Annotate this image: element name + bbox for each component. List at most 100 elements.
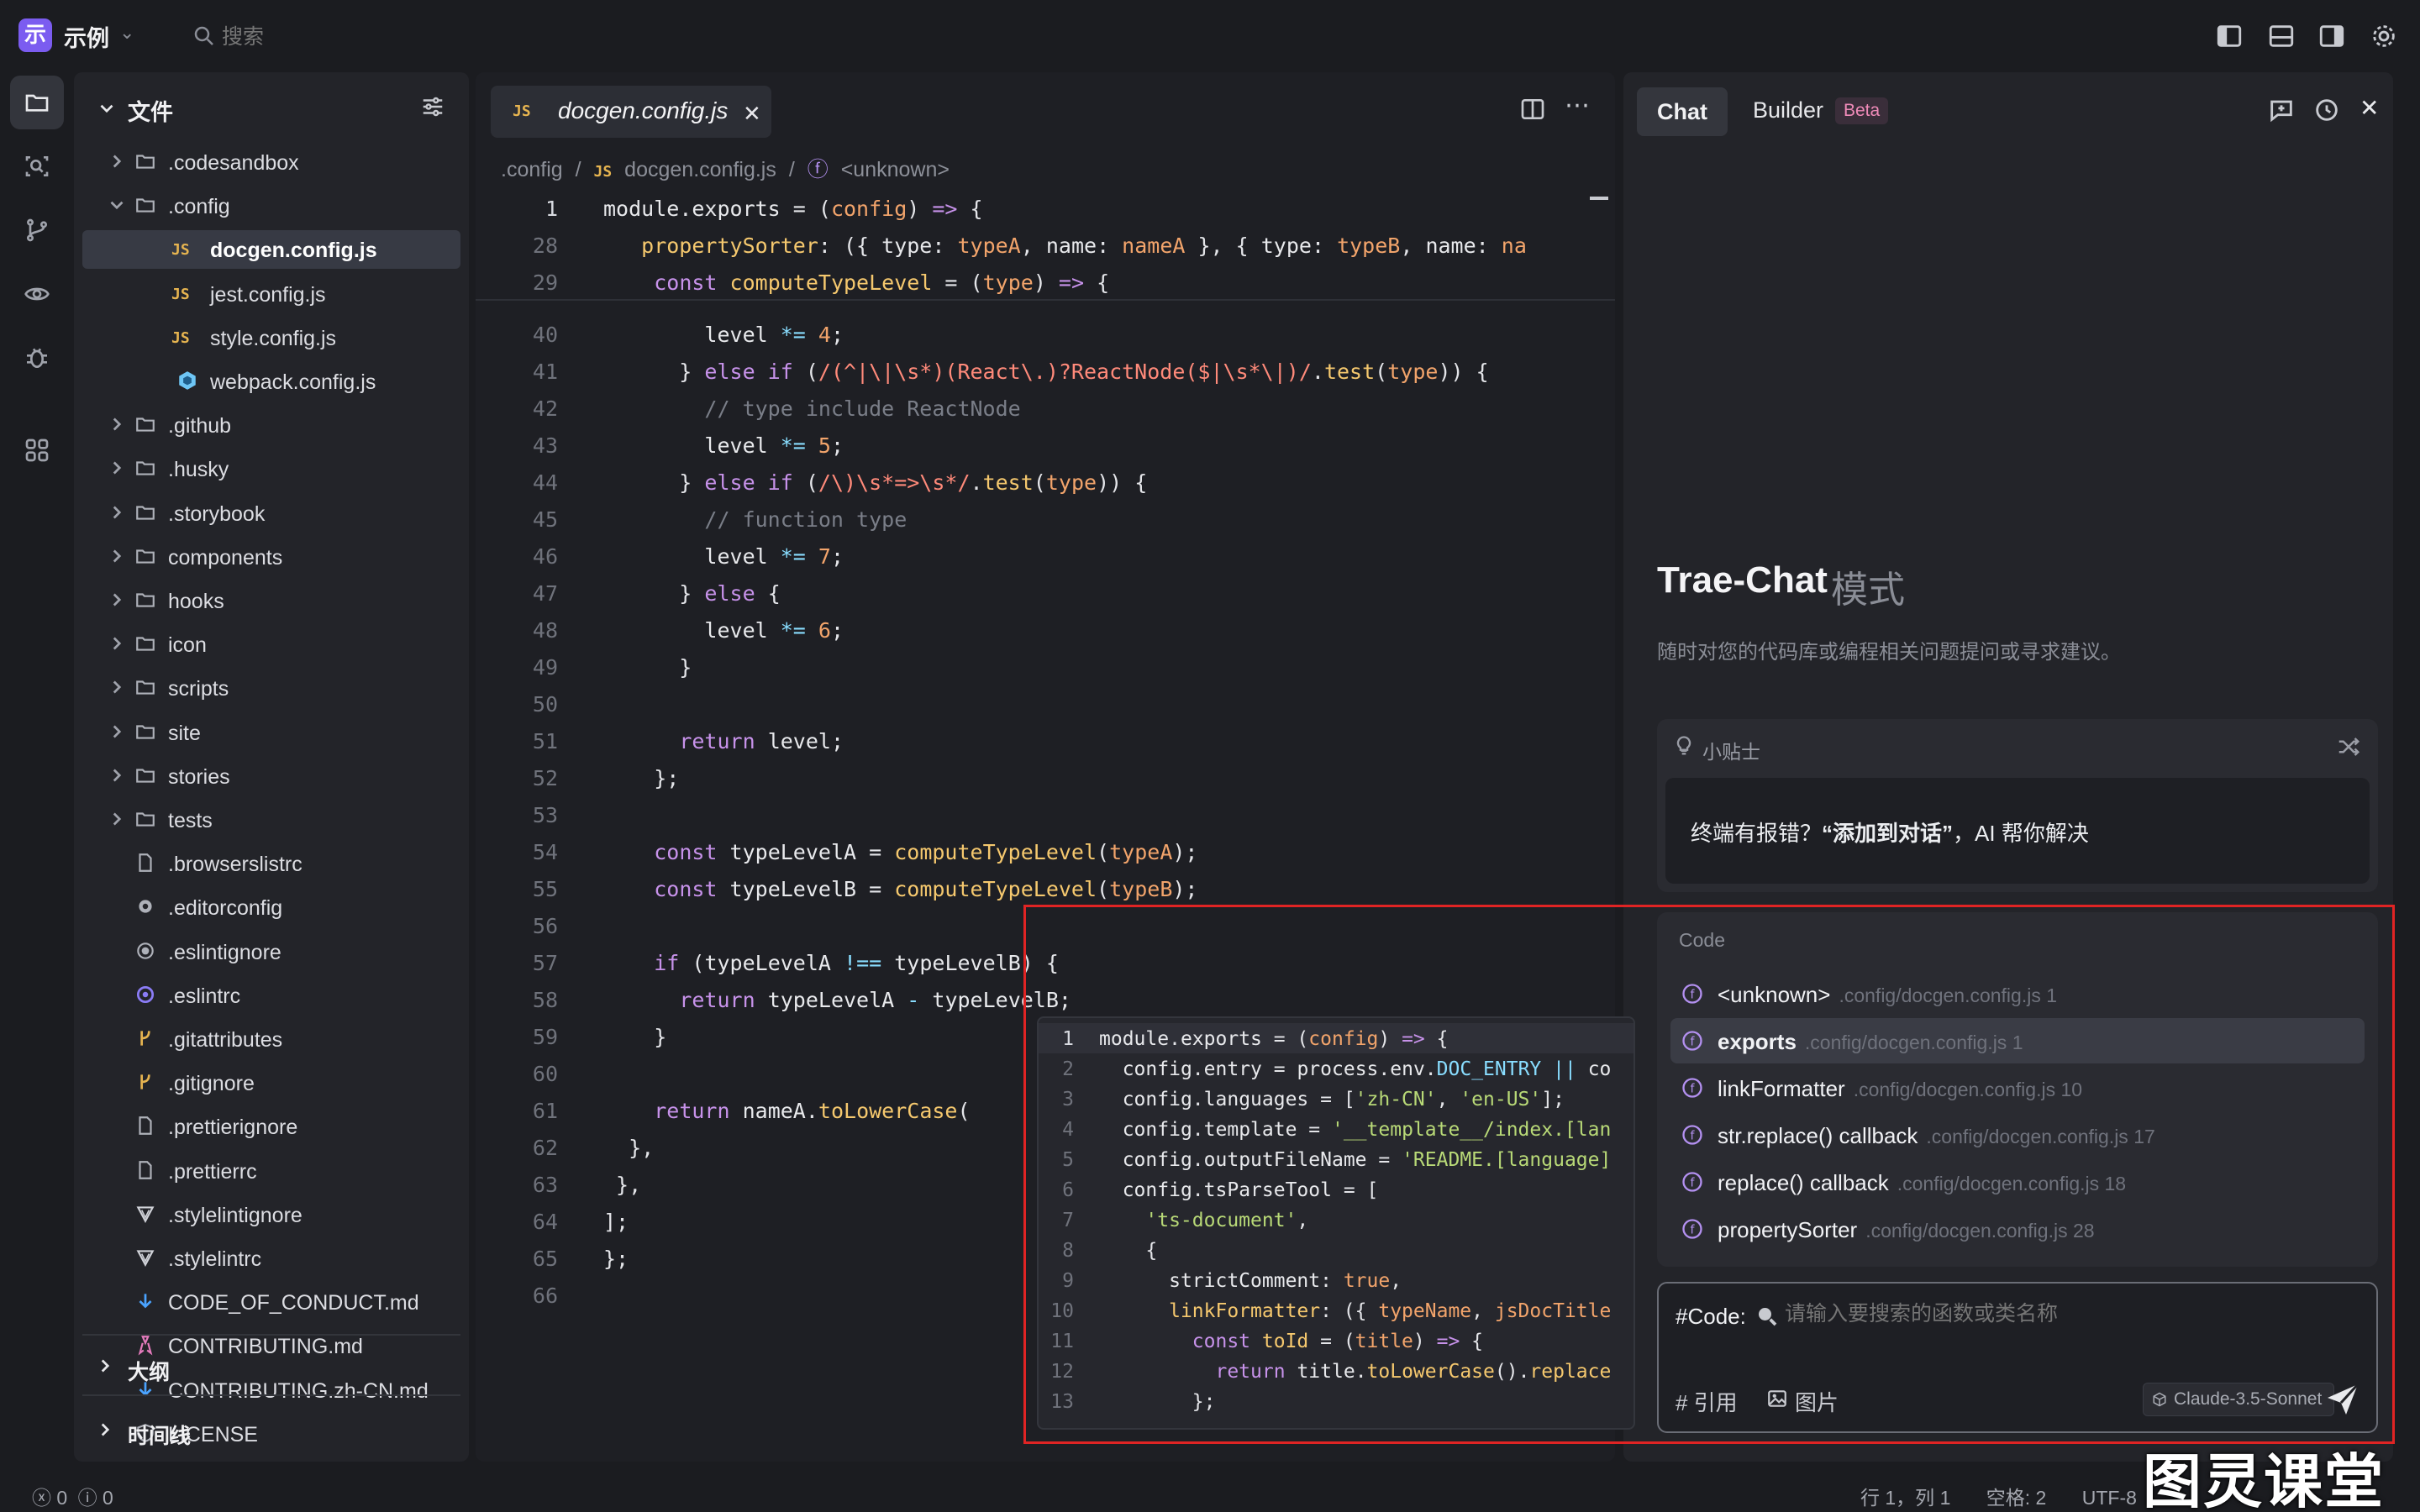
code-line[interactable]: 1 module.exports = (config) => {	[1039, 1023, 1634, 1053]
breadcrumb-item[interactable]: .config	[501, 158, 563, 181]
source-control-activity[interactable]	[10, 203, 64, 257]
tree-item[interactable]: stories	[82, 757, 460, 795]
explorer-activity[interactable]	[10, 76, 64, 129]
cursor-position[interactable]: 行 1，列 1	[1860, 1487, 1950, 1509]
model-selector[interactable]: Claude-3.5-Sonnet	[2143, 1383, 2335, 1416]
toggle-panel-icon[interactable]	[2267, 22, 2296, 50]
tree-item[interactable]: .browserslistrc	[82, 844, 460, 883]
tree-item[interactable]: scripts	[82, 669, 460, 707]
code-line[interactable]: 40 level *= 4;	[476, 316, 1615, 353]
code-line[interactable]: 3 config.languages = ['zh-CN', 'en-US'];	[1039, 1084, 1634, 1114]
tree-item[interactable]: CODE_OF_CONDUCT.md	[82, 1283, 460, 1321]
suggestion-item[interactable]: f <unknown> .config/docgen.config.js 1	[1670, 971, 2365, 1016]
reference-button[interactable]: # 引用	[1676, 1386, 1738, 1417]
tab-builder[interactable]: Builder	[1753, 97, 1823, 123]
project-name[interactable]: 示例	[64, 20, 109, 53]
code-line[interactable]: 51 return level;	[476, 722, 1615, 759]
code-line[interactable]: 43 level *= 5;	[476, 427, 1615, 464]
tree-item[interactable]: .eslintignore	[82, 932, 460, 971]
outline-section[interactable]: 大纲	[82, 1347, 460, 1386]
search-activity[interactable]	[10, 139, 64, 193]
code-line[interactable]: 7 'ts-document',	[1039, 1205, 1634, 1235]
code-line[interactable]: 42 // type include ReactNode	[476, 390, 1615, 427]
suggestion-item[interactable]: f linkFormatter .config/docgen.config.js 1…	[1670, 1065, 2365, 1110]
tree-item[interactable]: hooks	[82, 581, 460, 620]
suggestion-item[interactable]: f replace() callback .config/docgen.config…	[1670, 1159, 2365, 1205]
tree-item[interactable]: components	[82, 538, 460, 576]
timeline-section[interactable]: 时间线	[82, 1411, 460, 1450]
tree-item[interactable]: JS style.config.js	[82, 318, 460, 357]
remote-activity[interactable]	[10, 267, 64, 321]
tab-docgen-config[interactable]: JS docgen.config.js ✕	[491, 86, 771, 138]
code-line[interactable]: 50	[476, 685, 1615, 722]
split-editor-icon[interactable]	[1519, 96, 1546, 123]
history-icon[interactable]	[2312, 96, 2341, 124]
code-line[interactable]: 28 propertySorter: ({ type: typeA, name:…	[476, 227, 1615, 264]
code-line[interactable]: 58 return typeLevelA - typeLevelB;	[476, 981, 1615, 1018]
search-input[interactable]	[222, 25, 474, 50]
code-line[interactable]: 6 config.tsParseTool = [	[1039, 1174, 1634, 1205]
code-line[interactable]: 10 linkFormatter: ({ typeName, jsDocTitl…	[1039, 1295, 1634, 1326]
breadcrumb-item[interactable]: <unknown>	[841, 158, 950, 181]
tree-item[interactable]: .prettierrc	[82, 1152, 460, 1190]
tree-item[interactable]: .gitignore	[82, 1063, 460, 1102]
tree-item[interactable]: JS docgen.config.js	[82, 230, 460, 270]
code-line[interactable]: 41 } else if (/(^|\|\s*)(React\.)?ReactN…	[476, 353, 1615, 390]
code-line[interactable]: 55 const typeLevelB = computeTypeLevel(t…	[476, 870, 1615, 907]
code-line[interactable]: 5 config.outputFileName = 'README.[langu…	[1039, 1144, 1634, 1174]
sticky-scroll[interactable]: 1 module.exports = (config) => {28 proper…	[476, 190, 1615, 301]
indentation[interactable]: 空格: 2	[1986, 1487, 2047, 1509]
chat-input[interactable]	[1785, 1302, 2339, 1326]
code-line[interactable]: 4 config.template = '__template__/index.…	[1039, 1114, 1634, 1144]
project-logo[interactable]: 示	[18, 18, 52, 52]
more-actions-icon[interactable]: ⋯	[1565, 91, 1591, 120]
tree-item[interactable]: site	[82, 713, 460, 752]
image-button[interactable]: 图片	[1766, 1386, 1839, 1417]
code-line[interactable]: 12 return title.toLowerCase().replace	[1039, 1356, 1634, 1386]
toggle-aux-sidebar-icon[interactable]	[2317, 22, 2346, 50]
new-chat-icon[interactable]	[2267, 96, 2296, 124]
tree-item[interactable]: .prettierignore	[82, 1107, 460, 1146]
code-line[interactable]: 45 // function type	[476, 501, 1615, 538]
tree-item[interactable]: icon	[82, 625, 460, 664]
code-line[interactable]: 11 const toId = (title) => {	[1039, 1326, 1634, 1356]
encoding[interactable]: UTF-8	[2082, 1487, 2137, 1509]
shuffle-icon[interactable]	[2336, 734, 2361, 759]
symbol-preview-popup[interactable]: 1 module.exports = (config) => {2 config.…	[1037, 1016, 1635, 1430]
suggestion-item[interactable]: f propertySorter .config/docgen.config.js …	[1670, 1206, 2365, 1252]
chevron-down-icon[interactable]	[96, 97, 118, 119]
code-line[interactable]: 44 } else if (/\)\s*=>\s*/.test(type)) {	[476, 464, 1615, 501]
code-line[interactable]: 47 } else {	[476, 575, 1615, 612]
code-line[interactable]: 29 const computeTypeLevel = (type) => {	[476, 264, 1615, 301]
code-line[interactable]: 54 const typeLevelA = computeTypeLevel(t…	[476, 833, 1615, 870]
code-line[interactable]: 8 {	[1039, 1235, 1634, 1265]
extensions-activity[interactable]	[10, 423, 64, 477]
code-line[interactable]: 48 level *= 6;	[476, 612, 1615, 648]
tree-item[interactable]: .eslintrc	[82, 976, 460, 1015]
chevron-down-icon[interactable]: ⌄	[119, 22, 134, 44]
suggestion-item[interactable]: f str.replace() callback .config/docgen.co…	[1670, 1112, 2365, 1158]
code-line[interactable]: 57 if (typeLevelA !== typeLevelB) {	[476, 944, 1615, 981]
code-line[interactable]: 13 };	[1039, 1386, 1634, 1416]
tree-item[interactable]: .stylelintrc	[82, 1239, 460, 1278]
close-icon[interactable]: ✕	[2360, 94, 2379, 122]
code-line[interactable]: 1 module.exports = (config) => {	[476, 190, 1615, 227]
code-line[interactable]: 56	[476, 907, 1615, 944]
filter-settings-icon[interactable]	[420, 94, 445, 119]
debug-activity[interactable]	[10, 331, 64, 385]
toggle-sidebar-icon[interactable]	[2215, 22, 2244, 50]
tree-item[interactable]: .gitattributes	[82, 1020, 460, 1058]
code-line[interactable]: 52 };	[476, 759, 1615, 796]
chat-input-box[interactable]: #Code: # 引用 图片 Claude-3.5-Sonnet	[1657, 1282, 2378, 1433]
tree-item[interactable]: .husky	[82, 449, 460, 488]
send-icon[interactable]	[2323, 1379, 2363, 1420]
code-line[interactable]: 53	[476, 796, 1615, 833]
tree-item[interactable]: JS jest.config.js	[82, 275, 460, 313]
problems-indicator[interactable]: ⓧ 0 ⓘ 0	[32, 1482, 113, 1510]
tree-item[interactable]: .github	[82, 406, 460, 444]
code-line[interactable]: 9 strictComment: true,	[1039, 1265, 1634, 1295]
breadcrumb-item[interactable]: docgen.config.js	[624, 158, 776, 181]
tree-item[interactable]: tests	[82, 801, 460, 839]
code-line[interactable]: 46 level *= 7;	[476, 538, 1615, 575]
code-line[interactable]: 2 config.entry = process.env.DOC_ENTRY |…	[1039, 1053, 1634, 1084]
